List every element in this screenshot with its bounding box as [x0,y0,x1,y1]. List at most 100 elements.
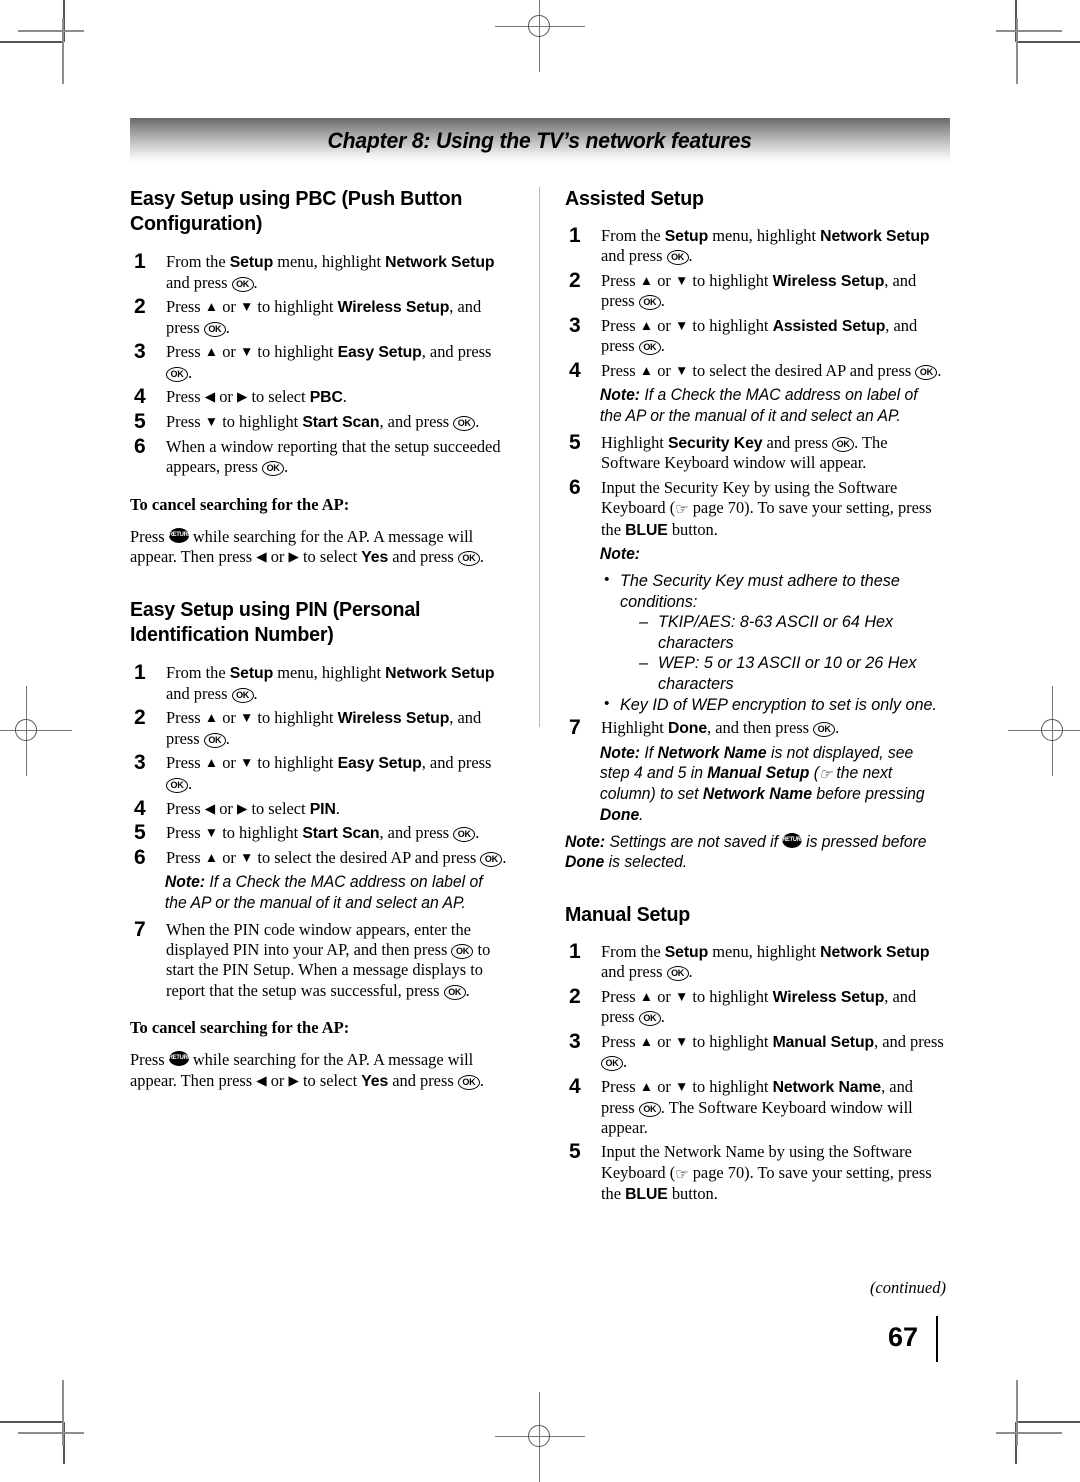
step-text: When the PIN code window appears, enter … [166,919,491,1000]
ok-button-icon: OK [813,721,836,737]
step-number: 1 [134,661,146,685]
step-text: From the Setup menu, highlight Network S… [166,663,495,703]
direction-arrow-icon: ▼ [674,362,689,378]
direction-arrow-icon: ▲ [204,344,219,360]
steps-assisted-setup-cont: 5 Highlight Security Key and press OK. Th… [565,431,950,541]
instruction-step: 6 When a window reporting that the setup … [130,435,515,478]
heading-assisted-setup: Assisted Setup [565,187,704,210]
ok-button-icon: OK [262,461,285,477]
ok-button-icon: OK [203,733,226,749]
cancel-ap-text-pin: Press RETURN while searching for the AP.… [130,1050,484,1090]
note-heading-security-key: Note: [565,544,938,565]
menu-item-label: Network Setup [385,665,495,683]
step-text: When a window reporting that the setup s… [166,436,501,477]
crop-mark-tl-v-inner [62,18,64,84]
ok-button-icon: OK [832,436,855,452]
ok-button-icon: OK [457,551,480,567]
direction-arrow-icon: ▲ [204,710,219,726]
registration-mark-top [495,0,585,72]
instruction-step: 2 Press ▲ or ▼ to highlight Wireless Setu… [565,985,950,1028]
instruction-step: 2 Press ▲ or ▼ to highlight Wireless Setu… [565,268,950,312]
menu-item-label: PIN [309,800,336,818]
direction-arrow-icon: ▲ [204,755,219,771]
note-emphasis: Done [599,806,640,825]
ok-button-icon: OK [451,944,474,960]
ok-button-icon: OK [638,295,661,311]
direction-arrow-icon: ▲ [639,362,654,378]
instruction-step: 1 From the Setup menu, highlight Network … [565,224,950,267]
ok-button-icon: OK [638,340,661,356]
direction-arrow-icon: ▲ [204,849,219,865]
ok-button-icon: OK [915,364,938,380]
menu-item-label: Wireless Setup [772,988,885,1006]
menu-item-label: Done [667,719,708,737]
step-number: 3 [569,1029,581,1053]
instruction-step: 3 Press ▲ or ▼ to highlight Manual Setup,… [565,1029,950,1073]
direction-arrow-icon: ▲ [639,1033,654,1049]
heading-easy-setup-pin: Easy Setup using PIN (Personal Identific… [130,598,421,646]
right-column: Assisted Setup 1 From the Setup menu, hig… [565,187,950,1209]
direction-arrow-icon: ▶ [236,389,248,405]
menu-item-label: PBC [309,389,343,407]
direction-arrow-icon: ▼ [674,1033,689,1049]
step-text: Press ▲ or ▼ to highlight Wireless Setup… [601,270,917,311]
column-divider-rule [539,187,541,727]
instruction-step: 4 Press ▲ or ▼ to select the desired AP a… [565,359,950,382]
instruction-step: 4 Press ◀ or ▶ to select PIN. [130,797,515,820]
note-sub-list: TKIP/AES: 8-63 ASCII or 64 Hex character… [620,612,950,694]
menu-item-label: Setup [664,943,709,961]
menu-item-label: Start Scan [302,414,380,432]
ok-button-icon: OK [601,1056,623,1072]
direction-arrow-icon: ◀ [204,800,216,816]
continued-label: (continued) [869,1278,946,1297]
step-text: Press ▲ or ▼ to highlight Easy Setup, an… [166,342,492,382]
direction-arrow-icon: ▼ [239,299,254,315]
direction-arrow-icon: ▲ [639,272,654,288]
menu-item-label: Network Name [772,1078,882,1096]
instruction-step: 2 Press ▲ or ▼ to highlight Wireless Setu… [130,295,515,338]
step-text: From the Setup menu, highlight Network S… [601,941,930,982]
ok-button-icon: OK [203,321,226,337]
ok-button-icon: OK [638,1011,661,1027]
note-emphasis: Network Name [657,743,767,762]
note-label: Note: [565,832,606,851]
instruction-step: 3 Press ▲ or ▼ to highlight Easy Setup, a… [130,751,515,794]
direction-arrow-icon: ▲ [639,988,654,1004]
subheading-cancel-ap-pin: To cancel searching for the AP: [130,1018,350,1038]
page-number: 67 [887,1322,918,1352]
note-settings-not-saved: Note: Settings are not saved if RETURN i… [565,832,927,872]
step-number: 7 [134,917,146,941]
menu-item-label: Setup [664,227,709,245]
step-number: 1 [134,250,146,274]
subheading-cancel-ap-pbc: To cancel searching for the AP: [130,494,350,514]
note-bullets-security-key: The Security Key must adhere to these co… [565,570,950,716]
step-number: 2 [569,268,581,292]
step-number: 4 [134,385,146,409]
note-label: Note: [164,873,206,892]
note-bullet-text: The Security Key must adhere to these co… [620,572,900,611]
step-text: Press ▲ or ▼ to highlight Manual Setup, … [601,1031,944,1072]
instruction-step: 6 Input the Security Key by using the Sof… [565,476,950,541]
direction-arrow-icon: ▼ [239,755,254,771]
direction-arrow-icon: ▼ [204,414,219,430]
crop-mark-bl-v-inner [62,1380,64,1446]
steps-manual-setup: 1 From the Setup menu, highlight Network … [565,940,950,1205]
step-text: Press ▲ or ▼ to highlight Easy Setup, an… [166,753,492,794]
note-sub-item: WEP: 5 or 13 ASCII or 10 or 26 Hex chara… [639,653,950,694]
instruction-step: 7 Highlight Done, and then press OK. [565,716,950,739]
instruction-step: 4 Press ◀ or ▶ to select PBC. [130,385,515,409]
steps-easy-setup-pin: 1 From the Setup menu, highlight Network … [130,661,515,869]
step-text: Input the Security Key by using the Soft… [601,477,932,539]
ok-button-icon: OK [166,778,188,794]
left-column: Easy Setup using PBC (Push Button Config… [130,187,515,1209]
ok-button-icon: OK [231,687,254,703]
step-text: Press ▲ or ▼ to select the desired AP an… [166,847,507,867]
menu-item-label: Assisted Setup [772,317,886,335]
crop-mark-br-h-outer [1016,1421,1080,1423]
menu-item-label: Yes [361,1072,389,1090]
ok-button-icon: OK [453,416,476,432]
direction-arrow-icon: ▼ [239,344,254,360]
direction-arrow-icon: ▼ [674,1078,689,1094]
menu-item-label: Network Setup [385,254,495,272]
direction-arrow-icon: ▼ [239,710,254,726]
